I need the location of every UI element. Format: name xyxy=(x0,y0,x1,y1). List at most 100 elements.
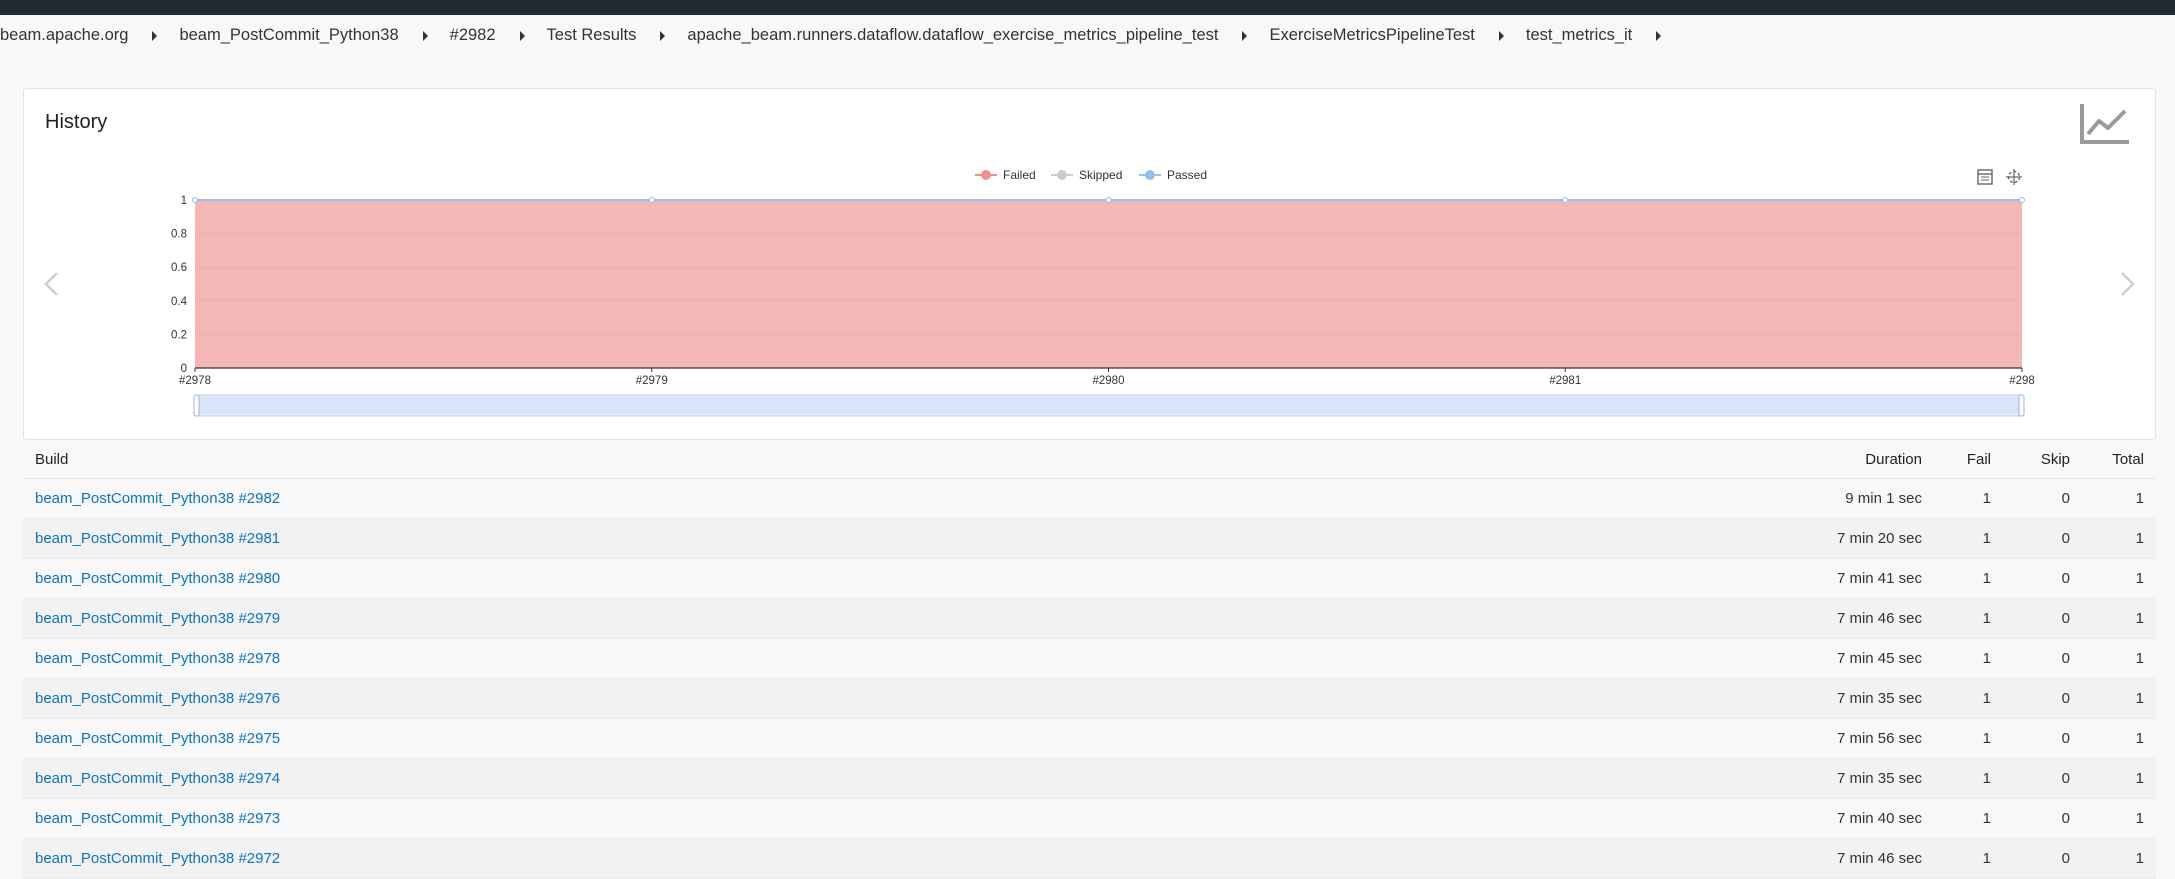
breadcrumb-dropdown-icon[interactable] xyxy=(1656,30,1662,41)
breadcrumb-item[interactable]: ExerciseMetricsPipelineTest xyxy=(1269,26,1525,45)
legend-marker xyxy=(981,170,991,180)
breadcrumb-label[interactable]: ExerciseMetricsPipelineTest xyxy=(1269,26,1474,45)
total-cell: 1 xyxy=(2082,478,2156,519)
x-tick-label: #298 xyxy=(2009,375,2035,387)
fail-cell: 1 xyxy=(1934,518,2003,559)
fail-cell: 1 xyxy=(1934,838,2003,879)
legend-marker xyxy=(1145,170,1155,180)
breadcrumb-label[interactable]: Test Results xyxy=(547,26,637,45)
build-link[interactable]: beam_PostCommit_Python38 #2978 xyxy=(35,650,280,667)
duration-cell: 7 min 46 sec xyxy=(1750,838,1934,879)
duration-cell: 7 min 46 sec xyxy=(1750,598,1934,639)
breadcrumb-item[interactable]: test_metrics_it xyxy=(1526,26,1683,45)
duration-cell: 7 min 35 sec xyxy=(1750,678,1934,719)
duration-cell: 7 min 20 sec xyxy=(1750,518,1934,559)
breadcrumb-dropdown-icon[interactable] xyxy=(1242,30,1248,41)
legend-item-failed[interactable]: Failed xyxy=(975,168,1036,182)
zoom-slider-range[interactable] xyxy=(196,397,2022,414)
build-link[interactable]: beam_PostCommit_Python38 #2982 xyxy=(35,490,280,507)
build-link[interactable]: beam_PostCommit_Python38 #2972 xyxy=(35,850,280,867)
fail-cell: 1 xyxy=(1934,638,2003,679)
breadcrumb-item[interactable]: Test Results xyxy=(547,26,688,45)
header-skip[interactable]: Skip xyxy=(2003,441,2082,479)
duration-cell: 7 min 41 sec xyxy=(1750,558,1934,599)
data-view-icon[interactable] xyxy=(1977,169,1993,185)
duration-cell: 7 min 40 sec xyxy=(1750,798,1934,839)
top-navbar xyxy=(0,0,2175,15)
header-fail[interactable]: Fail xyxy=(1934,441,2003,479)
total-cell: 1 xyxy=(2082,758,2156,799)
y-tick-label: 0.8 xyxy=(171,229,187,241)
chart-legend[interactable]: Failed Skipped Passed xyxy=(975,168,1207,182)
build-link[interactable]: beam_PostCommit_Python38 #2980 xyxy=(35,570,280,587)
legend-item-skipped[interactable]: Skipped xyxy=(1051,168,1122,182)
breadcrumb-label[interactable]: beam_PostCommit_Python38 xyxy=(179,26,398,45)
total-cell: 1 xyxy=(2082,558,2156,599)
data-point[interactable] xyxy=(192,197,198,203)
table-row: beam_PostCommit_Python38 #2982 9 min 1 s… xyxy=(23,478,2156,519)
breadcrumb-dropdown-icon[interactable] xyxy=(422,30,428,41)
breadcrumb-label[interactable]: apache_beam.runners.dataflow.dataflow_ex… xyxy=(687,26,1218,45)
fail-cell: 1 xyxy=(1934,758,2003,799)
table-row: beam_PostCommit_Python38 #2972 7 min 46 … xyxy=(23,838,2156,879)
zoom-slider-left-handle[interactable] xyxy=(193,394,200,417)
skip-cell: 0 xyxy=(2003,598,2082,639)
table-header-row: Build Duration Fail Skip Total xyxy=(23,441,2156,479)
duration-cell: 7 min 45 sec xyxy=(1750,638,1934,679)
breadcrumb-dropdown-icon[interactable] xyxy=(152,30,158,41)
build-history-table: Build Duration Fail Skip Total beam_Post… xyxy=(23,441,2156,879)
header-duration[interactable]: Duration xyxy=(1750,441,1934,479)
fail-cell: 1 xyxy=(1934,478,2003,519)
history-panel: History Failed Skipped Passed 0 0.2 0.4 0.6 0.… xyxy=(23,88,2156,440)
breadcrumb-item[interactable]: beam_PostCommit_Python38 xyxy=(179,26,449,45)
header-total[interactable]: Total xyxy=(2082,441,2156,479)
build-history-table-container: Build Duration Fail Skip Total beam_Post… xyxy=(23,441,2156,879)
build-link[interactable]: beam_PostCommit_Python38 #2973 xyxy=(35,810,280,827)
breadcrumb-item[interactable]: apache_beam.runners.dataflow.dataflow_ex… xyxy=(687,26,1269,45)
y-tick-label: 1 xyxy=(181,195,187,207)
breadcrumb: beam.apache.org beam_PostCommit_Python38… xyxy=(0,15,2175,56)
series-area-failed[interactable] xyxy=(195,200,2022,368)
build-link[interactable]: beam_PostCommit_Python38 #2979 xyxy=(35,610,280,627)
x-tick-label: #2980 xyxy=(1093,375,1125,387)
breadcrumb-item[interactable]: #2982 xyxy=(450,26,547,45)
zoom-slider-right-handle[interactable] xyxy=(2018,394,2025,417)
duration-cell: 7 min 56 sec xyxy=(1750,718,1934,759)
total-cell: 1 xyxy=(2082,798,2156,839)
breadcrumb-dropdown-icon[interactable] xyxy=(519,30,525,41)
build-link[interactable]: beam_PostCommit_Python38 #2974 xyxy=(35,770,280,787)
table-row: beam_PostCommit_Python38 #2979 7 min 46 … xyxy=(23,598,2156,639)
table-row: beam_PostCommit_Python38 #2975 7 min 56 … xyxy=(23,718,2156,759)
breadcrumb-dropdown-icon[interactable] xyxy=(1498,30,1504,41)
breadcrumb-label[interactable]: #2982 xyxy=(450,26,496,45)
restore-icon[interactable] xyxy=(2006,169,2022,185)
build-link[interactable]: beam_PostCommit_Python38 #2976 xyxy=(35,690,280,707)
data-point[interactable] xyxy=(1105,197,1112,203)
duration-cell: 7 min 35 sec xyxy=(1750,758,1934,799)
total-cell: 1 xyxy=(2082,838,2156,879)
x-tick-label: #2981 xyxy=(1549,375,1581,387)
duration-cell: 9 min 1 sec xyxy=(1750,478,1934,519)
table-row: beam_PostCommit_Python38 #2980 7 min 41 … xyxy=(23,558,2156,599)
fail-cell: 1 xyxy=(1934,598,2003,639)
breadcrumb-dropdown-icon[interactable] xyxy=(660,30,666,41)
data-point[interactable] xyxy=(2019,197,2025,203)
fail-cell: 1 xyxy=(1934,718,2003,759)
skip-cell: 0 xyxy=(2003,678,2082,719)
header-build[interactable]: Build xyxy=(23,441,1750,479)
legend-marker xyxy=(1057,170,1067,180)
breadcrumb-label[interactable]: test_metrics_it xyxy=(1526,26,1632,45)
skip-cell: 0 xyxy=(2003,518,2082,559)
table-row: beam_PostCommit_Python38 #2978 7 min 45 … xyxy=(23,638,2156,679)
build-link[interactable]: beam_PostCommit_Python38 #2975 xyxy=(35,730,280,747)
breadcrumb-label[interactable]: beam.apache.org xyxy=(0,26,128,45)
legend-item-passed[interactable]: Passed xyxy=(1139,168,1207,182)
build-link[interactable]: beam_PostCommit_Python38 #2981 xyxy=(35,530,280,547)
total-cell: 1 xyxy=(2082,518,2156,559)
history-chart[interactable]: Failed Skipped Passed 0 0.2 0.4 0.6 0.8 1 #2978 #… xyxy=(24,89,2155,439)
data-point[interactable] xyxy=(648,197,655,203)
breadcrumb-item[interactable]: beam.apache.org xyxy=(0,26,179,45)
legend-label: Failed xyxy=(1003,168,1036,182)
data-point[interactable] xyxy=(1562,197,1569,203)
legend-label: Passed xyxy=(1167,168,1207,182)
